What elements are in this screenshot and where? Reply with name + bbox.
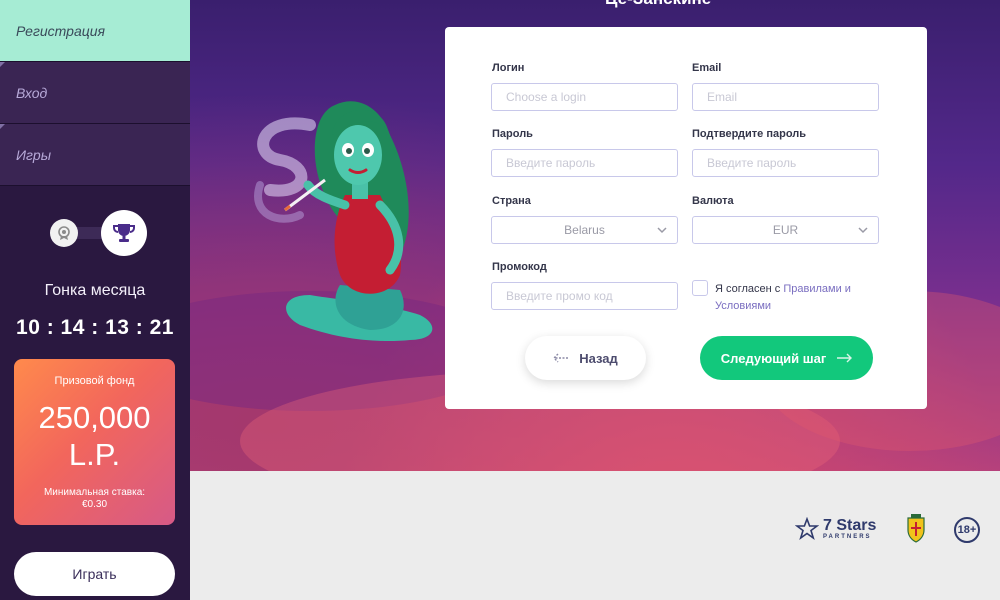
login-input[interactable] — [491, 83, 678, 111]
next-step-button[interactable]: Следующий шаг — [700, 336, 873, 380]
terms-link[interactable]: Правилами и — [783, 283, 851, 295]
sidebar: Регистрация Вход Игры Гонка месяца 10: … — [0, 0, 190, 600]
promo-label: Промокод — [492, 261, 547, 273]
login-label: Логин — [492, 62, 525, 74]
chevron-down-icon — [858, 227, 868, 234]
corner-marker-icon — [0, 124, 5, 129]
min-bet-label: Минимальная ставка: — [43, 487, 146, 498]
confirm-password-label: Подтвердите пароль — [692, 128, 807, 140]
genie-character-illustration — [254, 101, 433, 342]
arrow-right-icon — [837, 353, 853, 363]
currency-label: Валюта — [692, 195, 734, 207]
terms-link-continued[interactable]: Условиями — [715, 300, 771, 312]
prize-amount-value: 250,000 — [38, 400, 151, 435]
currency-select[interactable]: EUR — [692, 216, 879, 244]
partners-subtitle: PARTNERS — [823, 534, 872, 540]
back-button[interactable]: Назад — [525, 336, 646, 380]
prize-card: Призовой фонд 250,000 L.P. Минимальная с… — [14, 359, 175, 525]
email-input[interactable] — [692, 83, 879, 111]
hero-title: Це-Занскине — [605, 0, 805, 9]
terms-checkbox[interactable] — [692, 280, 708, 296]
license-crest-icon[interactable] — [906, 514, 926, 544]
nav-item-label: Регистрация — [16, 22, 106, 39]
registration-form: Логин Email Пароль Подтвердите пароль Ст… — [445, 27, 927, 409]
trophy-icon[interactable] — [101, 210, 147, 256]
nav-item-registration[interactable]: Регистрация — [0, 0, 190, 62]
email-label: Email — [692, 62, 722, 74]
country-value: Belarus — [564, 223, 605, 237]
currency-value: EUR — [772, 223, 799, 237]
country-select[interactable]: Belarus — [491, 216, 678, 244]
nav-item-login[interactable]: Вход — [0, 62, 190, 124]
arrow-left-icon — [553, 353, 569, 363]
next-label: Следующий шаг — [720, 350, 827, 366]
race-badges — [0, 210, 190, 256]
terms-text: Я согласен с Правилами и Условиями — [715, 281, 885, 315]
partners-logo[interactable]: 7 Stars PARTNERS — [795, 517, 876, 541]
age-restriction-badge: 18+ — [954, 517, 980, 543]
password-input[interactable] — [491, 149, 678, 177]
prize-label: Призовой фонд — [54, 375, 135, 387]
back-label: Назад — [579, 350, 618, 366]
min-bet: Минимальная ставка: €0.30 — [14, 487, 175, 511]
partners-text: 7 Stars PARTNERS — [823, 517, 877, 541]
min-bet-value: €0.30 — [81, 499, 108, 510]
medal-icon[interactable] — [50, 219, 78, 247]
promo-input[interactable] — [491, 282, 678, 310]
star-icon — [795, 517, 819, 541]
country-label: Страна — [492, 195, 531, 207]
terms-prefix: Я согласен с — [715, 283, 784, 295]
corner-marker-icon — [0, 62, 5, 67]
chevron-down-icon — [657, 227, 667, 234]
play-button[interactable]: Играть — [14, 552, 175, 596]
confirm-password-input[interactable] — [692, 149, 879, 177]
prize-amount: 250,000 L.P. — [14, 399, 175, 473]
nav-item-label: Вход — [16, 84, 48, 101]
nav-item-label: Игры — [16, 146, 52, 163]
race-title: Гонка месяца — [44, 282, 146, 299]
race-timer: 10 : 14 : 13 : 21 — [16, 316, 174, 339]
password-label: Пароль — [492, 128, 533, 140]
prize-amount-unit: L.P. — [68, 437, 121, 472]
nav-item-games[interactable]: Игры — [0, 124, 190, 186]
partners-name: 7 Stars — [823, 517, 877, 534]
